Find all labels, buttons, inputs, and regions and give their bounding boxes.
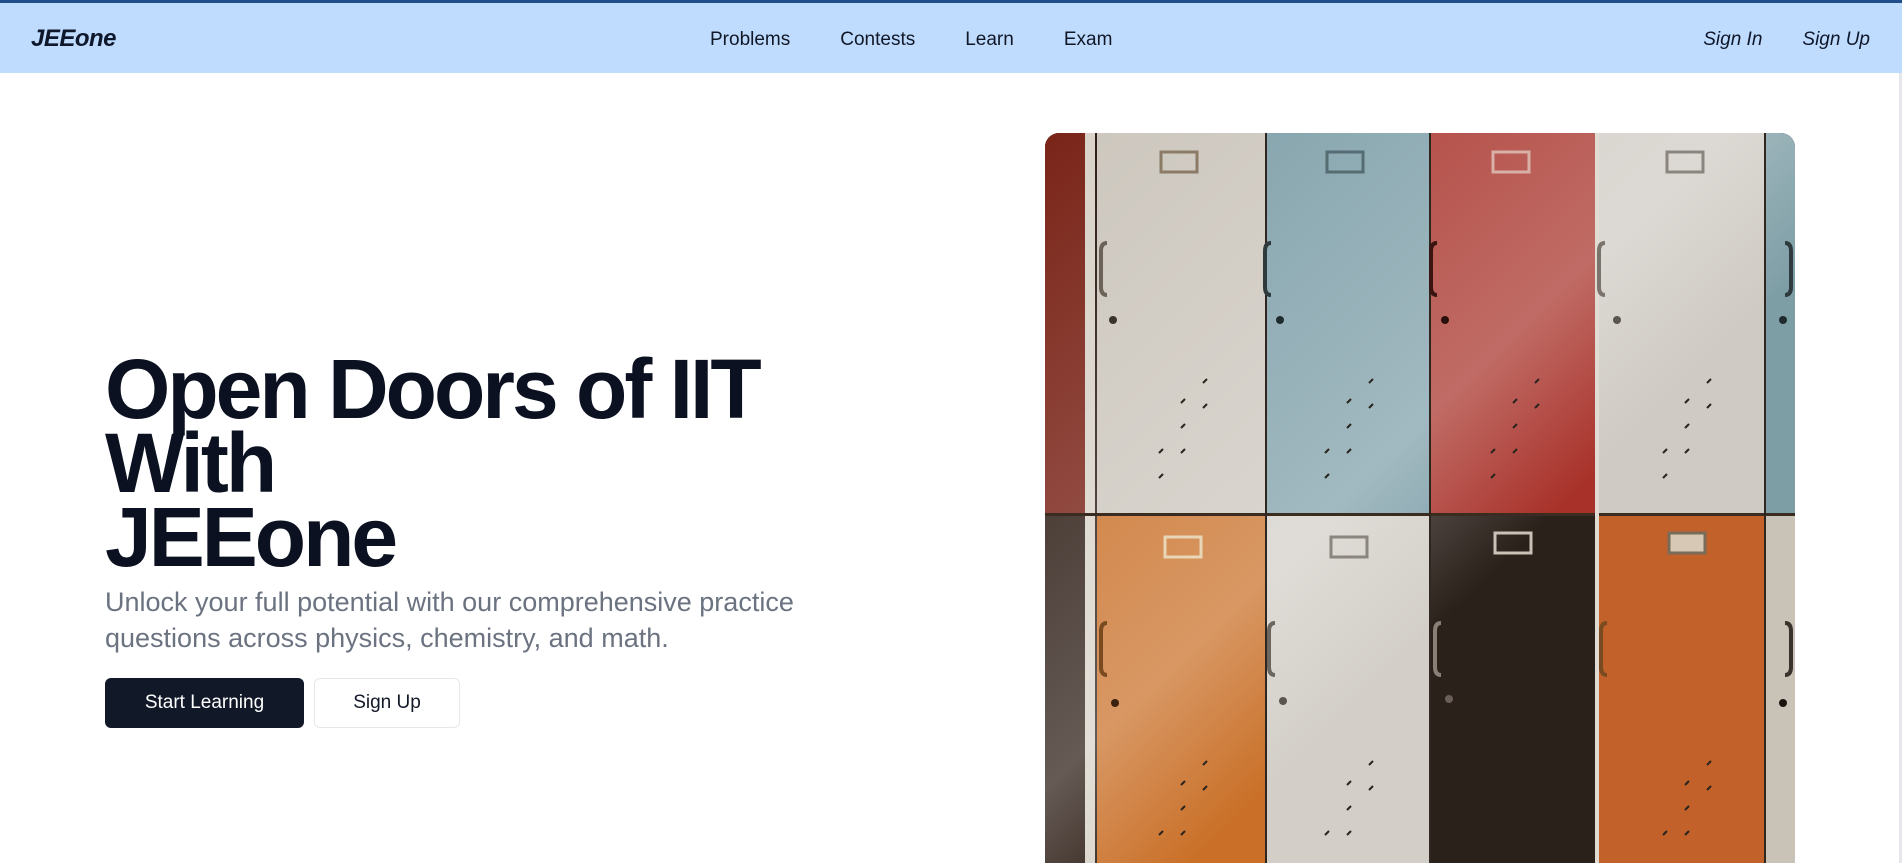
hero-section: Open Doors of IIT With JEEone Unlock you… — [105, 347, 905, 728]
hero-buttons: Start Learning Sign Up — [105, 678, 905, 728]
nav-exam[interactable]: Exam — [1064, 29, 1113, 51]
sign-up-button[interactable]: Sign Up — [314, 678, 460, 728]
hero-lockers-image — [1045, 133, 1795, 863]
hero-title-line1: Open Doors of IIT With — [105, 342, 762, 510]
main-nav: Problems Contests Learn Exam — [710, 29, 1162, 51]
hero-title: Open Doors of IIT With JEEone — [105, 347, 905, 579]
hero-title-line2: JEEone — [105, 490, 398, 584]
hero-subtitle: Unlock your full potential with our comp… — [105, 587, 794, 653]
start-learning-button[interactable]: Start Learning — [105, 678, 304, 728]
nav-learn[interactable]: Learn — [965, 29, 1014, 51]
nav-contests[interactable]: Contests — [840, 29, 915, 51]
sign-in-link[interactable]: Sign In — [1703, 29, 1762, 51]
nav-problems[interactable]: Problems — [710, 29, 790, 51]
sign-up-link[interactable]: Sign Up — [1802, 29, 1870, 51]
auth-links: Sign In Sign Up — [1663, 29, 1870, 51]
logo[interactable]: JEEone — [31, 25, 117, 53]
navbar: JEEone Problems Contests Learn Exam Sign… — [0, 3, 1902, 73]
